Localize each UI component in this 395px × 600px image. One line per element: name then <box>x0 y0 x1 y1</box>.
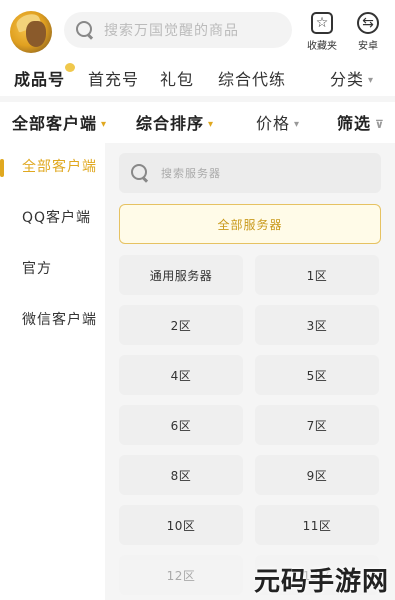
tab-label: 综合代练 <box>218 70 287 89</box>
server-button-9[interactable]: 9区 <box>255 455 379 495</box>
tab-label: 首充号 <box>88 70 140 89</box>
chevron-down-icon: ▾ <box>294 119 301 130</box>
server-panel: 搜索服务器 全部服务器 通用服务器 1区 2区 3区 4区 5区 6区 7区 8… <box>105 143 395 600</box>
sidebar-item-wechat-client[interactable]: 微信客户端 <box>0 296 105 344</box>
search-bar[interactable]: 搜索万国觉醒的商品 <box>64 12 292 48</box>
funnel-icon: ⊽ <box>375 118 385 131</box>
server-button-5[interactable]: 5区 <box>255 355 379 395</box>
search-icon <box>131 164 149 182</box>
chevron-down-icon: ▾ <box>208 119 215 130</box>
server-button-4[interactable]: 4区 <box>119 355 243 395</box>
game-avatar[interactable] <box>10 11 52 53</box>
server-button-10[interactable]: 10区 <box>119 505 243 545</box>
sidebar-item-official[interactable]: 官方 <box>0 245 105 293</box>
android-label: 安卓 <box>358 41 378 52</box>
server-search-input[interactable]: 搜索服务器 <box>119 153 381 193</box>
search-placeholder: 搜索万国觉醒的商品 <box>104 23 239 39</box>
server-button-general[interactable]: 通用服务器 <box>119 255 243 295</box>
sidebar-item-label: 全部客户端 <box>22 159 97 175</box>
search-icon <box>76 21 94 39</box>
filter-screen[interactable]: 筛选 ⊽ <box>337 110 385 134</box>
filter-client[interactable]: 全部客户端 ▾ <box>12 110 107 134</box>
tab-first-recharge[interactable]: 首充号 <box>88 66 139 90</box>
server-button-8[interactable]: 8区 <box>119 455 243 495</box>
chevron-down-icon: ▾ <box>368 75 375 86</box>
filter-label: 全部客户端 <box>12 114 98 133</box>
avatar-face-shape <box>26 21 46 47</box>
chevron-down-icon: ▾ <box>101 119 108 130</box>
favorites-label: 收藏夹 <box>307 41 337 52</box>
android-button[interactable]: ⇆ 安卓 <box>348 12 388 52</box>
server-button-11[interactable]: 11区 <box>255 505 379 545</box>
tab-category[interactable]: 分类 ▾ <box>330 66 374 90</box>
server-button-1[interactable]: 1区 <box>255 255 379 295</box>
sidebar-item-label: 微信客户端 <box>22 312 97 328</box>
tab-label: 分类 <box>330 70 365 89</box>
top-header: 搜索万国觉醒的商品 ☆ 收藏夹 ⇆ 安卓 <box>0 0 395 60</box>
server-button-3[interactable]: 3区 <box>255 305 379 345</box>
server-button-2[interactable]: 2区 <box>119 305 243 345</box>
filter-label: 筛选 <box>337 114 372 133</box>
tab-label: 礼包 <box>160 70 195 89</box>
client-sidebar: 全部客户端 QQ客户端 官方 微信客户端 <box>0 143 105 600</box>
sidebar-item-label: QQ客户端 <box>22 210 92 226</box>
tab-boosting[interactable]: 综合代练 <box>218 66 286 90</box>
switch-arrows-icon: ⇆ <box>357 12 379 34</box>
filter-sort[interactable]: 综合排序 ▾ <box>136 110 214 134</box>
filter-price[interactable]: 价格 ▾ <box>256 110 300 134</box>
tab-label: 成品号 <box>14 70 66 89</box>
all-servers-button[interactable]: 全部服务器 <box>119 204 381 244</box>
active-dot-icon <box>65 63 76 72</box>
tab-gift-pack[interactable]: 礼包 <box>160 66 194 90</box>
server-button-7[interactable]: 7区 <box>255 405 379 445</box>
filter-row: 全部客户端 ▾ 综合排序 ▾ 价格 ▾ 筛选 ⊽ <box>0 102 395 140</box>
sidebar-item-all-clients[interactable]: 全部客户端 <box>0 143 105 191</box>
active-indicator <box>0 159 4 177</box>
star-icon: ☆ <box>311 12 333 34</box>
filter-label: 综合排序 <box>136 114 205 133</box>
category-tabs: 成品号 首充号 礼包 综合代练 分类 ▾ <box>0 60 395 94</box>
favorites-button[interactable]: ☆ 收藏夹 <box>302 12 342 52</box>
site-watermark: 元码手游网 <box>253 567 389 597</box>
tab-finished-account[interactable]: 成品号 <box>14 63 76 90</box>
sidebar-item-qq-client[interactable]: QQ客户端 <box>0 194 105 242</box>
filter-label: 价格 <box>256 114 291 133</box>
server-search-placeholder: 搜索服务器 <box>161 167 221 180</box>
sidebar-item-label: 官方 <box>22 261 52 277</box>
server-button-12[interactable]: 12区 <box>119 555 243 595</box>
server-button-6[interactable]: 6区 <box>119 405 243 445</box>
